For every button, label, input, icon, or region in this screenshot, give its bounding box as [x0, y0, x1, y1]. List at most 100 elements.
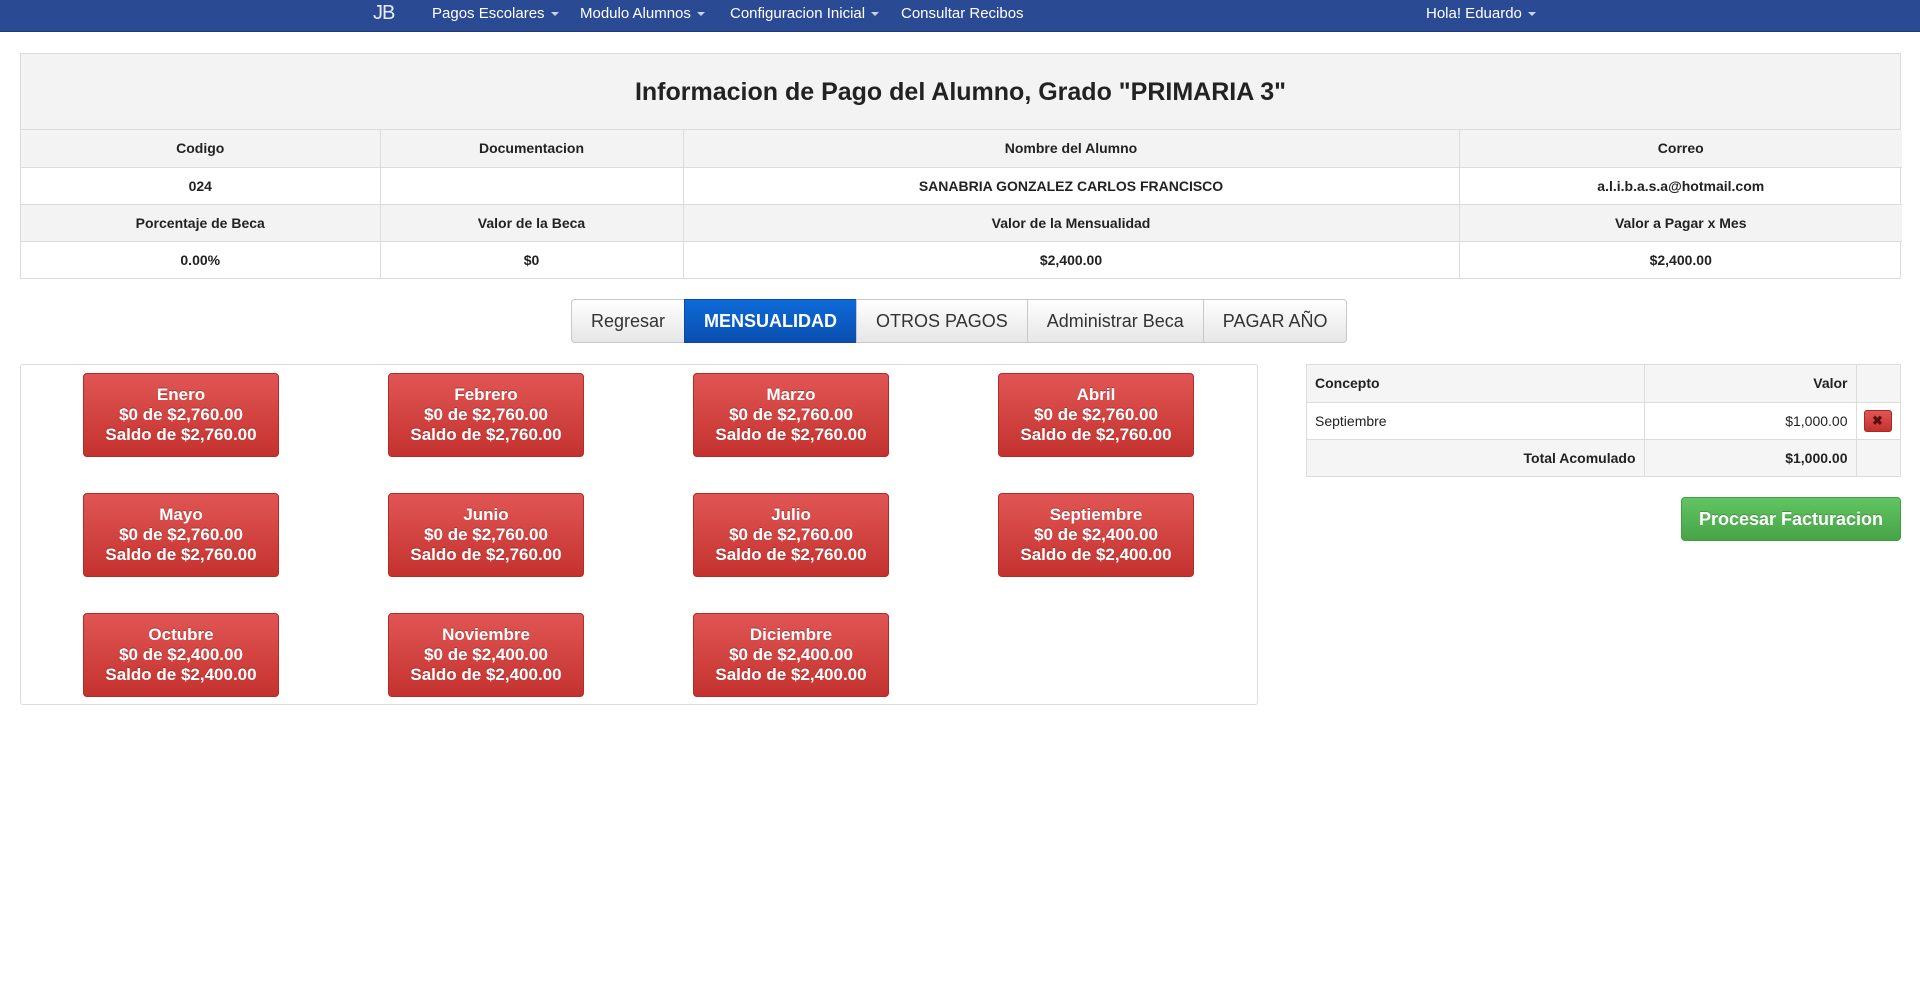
total-label: Total Acomulado [1307, 439, 1645, 476]
month-name: Enero [156, 385, 206, 404]
month-name: Marzo [766, 385, 816, 404]
student-info-panel: Informacion de Pago del Alumno, Grado "P… [20, 53, 1902, 279]
month-balance: Saldo de $2,760.00 [410, 545, 562, 564]
header-valor-beca: Valor de la Beca [380, 204, 684, 242]
concepts-total-row: Total Acomulado $1,000.00 [1307, 439, 1900, 476]
month-button-julio[interactable]: Julio $0 de $2,760.00 Saldo de $2,760.00 [693, 493, 889, 577]
month-button-mayo[interactable]: Mayo $0 de $2,760.00 Saldo de $2,760.00 [83, 493, 279, 577]
tab-otros-pagos[interactable]: OTROS PAGOS [856, 299, 1028, 343]
value-valor-beca: $0 [380, 241, 684, 278]
month-name: Julio [771, 505, 811, 524]
header-correo: Correo [1459, 130, 1902, 168]
value-documentacion [380, 167, 684, 205]
delete-concept-button[interactable]: ✖ [1863, 409, 1892, 432]
header-porcentaje-beca: Porcentaje de Beca [21, 204, 381, 242]
month-name: Abril [1076, 385, 1116, 404]
header-valor: Valor [1644, 365, 1857, 403]
student-info-table: Codigo Documentacion Nombre del Alumno C… [21, 130, 1902, 278]
month-button-noviembre[interactable]: Noviembre $0 de $2,400.00 Saldo de $2,40… [388, 613, 584, 697]
month-button-abril[interactable]: Abril $0 de $2,760.00 Saldo de $2,760.00 [998, 373, 1194, 457]
month-paid: $0 de $2,400.00 [729, 645, 853, 664]
page-title: Informacion de Pago del Alumno, Grado "P… [21, 54, 1900, 130]
nav-modulo-alumnos[interactable]: Modulo Alumnos [580, 0, 705, 32]
month-name: Diciembre [749, 625, 833, 644]
month-button-septiembre[interactable]: Septiembre $0 de $2,400.00 Saldo de $2,4… [998, 493, 1194, 577]
month-name: Septiembre [1049, 505, 1143, 524]
concepts-header-row: Concepto Valor [1307, 365, 1900, 403]
nav-configuracion-inicial-label: Configuracion Inicial [730, 5, 866, 22]
header-documentacion: Documentacion [380, 130, 684, 168]
month-button-octubre[interactable]: Octubre $0 de $2,400.00 Saldo de $2,400.… [83, 613, 279, 697]
table-row: Septiembre $1,000.00 ✖ [1307, 402, 1900, 440]
total-value: $1,000.00 [1644, 439, 1857, 476]
value-nombre-alumno: SANABRIA GONZALEZ CARLOS FRANCISCO [683, 167, 1460, 205]
month-paid: $0 de $2,760.00 [424, 405, 548, 424]
header-codigo: Codigo [21, 130, 381, 168]
month-paid: $0 de $2,760.00 [729, 405, 853, 424]
caret-down-icon [550, 12, 559, 17]
month-button-enero[interactable]: Enero $0 de $2,760.00 Saldo de $2,760.00 [83, 373, 279, 457]
value-valor-pagar-mes: $2,400.00 [1649, 251, 1712, 268]
month-paid: $0 de $2,400.00 [119, 645, 243, 664]
month-balance: Saldo de $2,400.00 [715, 665, 867, 684]
month-paid: $0 de $2,760.00 [119, 525, 243, 544]
value-codigo: 024 [21, 167, 381, 205]
caret-down-icon [871, 12, 880, 17]
month-balance: Saldo de $2,760.00 [715, 545, 867, 564]
header-valor-pagar-mes: Valor a Pagar x Mes [1459, 204, 1902, 242]
concept-actions: ✖ [1856, 402, 1900, 440]
month-paid: $0 de $2,760.00 [729, 525, 853, 544]
nav-pagos-escolares-label: Pagos Escolares [432, 5, 545, 22]
month-name: Febrero [454, 385, 518, 404]
month-balance: Saldo de $2,400.00 [105, 665, 257, 684]
month-balance: Saldo de $2,760.00 [105, 425, 257, 444]
caret-down-icon [696, 12, 705, 17]
month-button-junio[interactable]: Junio $0 de $2,760.00 Saldo de $2,760.00 [388, 493, 584, 577]
nav-configuracion-inicial[interactable]: Configuracion Inicial [730, 0, 880, 32]
value-porcentaje-beca: 0.00% [21, 241, 381, 278]
month-button-marzo[interactable]: Marzo $0 de $2,760.00 Saldo de $2,760.00 [693, 373, 889, 457]
procesar-facturacion-button[interactable]: Procesar Facturacion [1681, 497, 1901, 541]
month-paid: $0 de $2,400.00 [424, 645, 548, 664]
month-balance: Saldo de $2,400.00 [410, 665, 562, 684]
month-balance: Saldo de $2,760.00 [105, 545, 257, 564]
month-button-febrero[interactable]: Febrero $0 de $2,760.00 Saldo de $2,760.… [388, 373, 584, 457]
caret-down-icon [1527, 12, 1536, 17]
month-name: Junio [463, 505, 509, 524]
concept-value: $1,000.00 [1644, 402, 1857, 440]
info-value-row: 0.00% $0 $2,400.00 $2,400.00 [21, 241, 1902, 278]
regresar-button[interactable]: Regresar [571, 299, 686, 343]
brand-logo[interactable]: JB [373, 0, 395, 32]
months-panel: Enero $0 de $2,760.00 Saldo de $2,760.00… [20, 364, 1258, 705]
info-value-row: 024 SANABRIA GONZALEZ CARLOS FRANCISCO a… [21, 167, 1902, 205]
value-correo: a.l.i.b.a.s.a@hotmail.com [1459, 167, 1902, 205]
header-concepto: Concepto [1307, 365, 1645, 403]
month-paid: $0 de $2,760.00 [119, 405, 243, 424]
concepts-table: Concepto Valor Septiembre $1,000.00 ✖ To… [1307, 365, 1900, 476]
nav-pagos-escolares[interactable]: Pagos Escolares [432, 0, 559, 32]
nav-user-menu[interactable]: Hola! Eduardo [1426, 0, 1536, 32]
month-balance: Saldo de $2,760.00 [410, 425, 562, 444]
tab-administrar-beca[interactable]: Administrar Beca [1026, 299, 1204, 343]
top-navbar: JB Pagos Escolares Modulo Alumnos Config… [0, 0, 1920, 32]
month-balance: Saldo de $2,760.00 [715, 425, 867, 444]
info-header-row: Codigo Documentacion Nombre del Alumno C… [21, 130, 1902, 168]
value-valor-mensualidad: $2,400.00 [683, 241, 1460, 278]
header-valor-mensualidad: Valor de la Mensualidad [683, 204, 1460, 242]
nav-modulo-alumnos-label: Modulo Alumnos [580, 5, 691, 22]
info-header-row: Porcentaje de Beca Valor de la Beca Valo… [21, 204, 1902, 242]
payment-tabs: Regresar MENSUALIDAD OTROS PAGOS Adminis… [571, 299, 1348, 343]
header-nombre-alumno: Nombre del Alumno [683, 130, 1460, 168]
month-name: Mayo [159, 505, 203, 524]
nav-consultar-recibos-label: Consultar Recibos [901, 5, 1024, 22]
month-paid: $0 de $2,760.00 [424, 525, 548, 544]
tab-mensualidad[interactable]: MENSUALIDAD [684, 299, 858, 343]
header-actions [1856, 365, 1900, 403]
total-empty-cell [1856, 439, 1900, 476]
tab-pagar-ano[interactable]: PAGAR AÑO [1202, 299, 1348, 343]
month-balance: Saldo de $2,760.00 [1020, 425, 1172, 444]
nav-consultar-recibos[interactable]: Consultar Recibos [901, 0, 1024, 32]
month-balance: Saldo de $2,400.00 [1020, 545, 1172, 564]
month-button-diciembre[interactable]: Diciembre $0 de $2,400.00 Saldo de $2,40… [693, 613, 889, 697]
close-icon: ✖ [1872, 412, 1883, 428]
